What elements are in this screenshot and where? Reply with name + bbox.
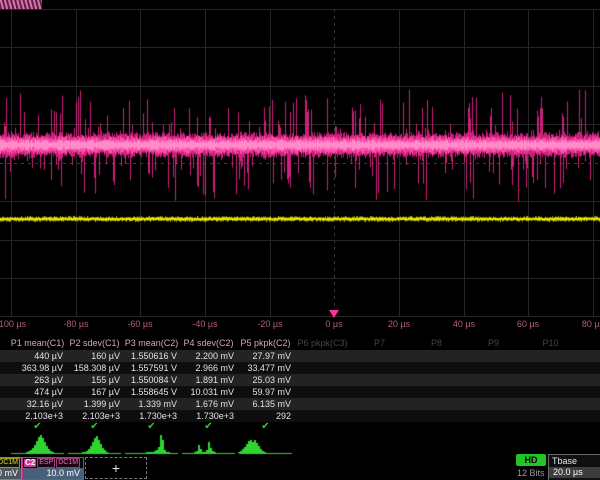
axis-tick-label: -40 µs — [192, 319, 217, 329]
channel-c2-descriptor[interactable]: C2 ESP DC1M 10.0 mV — [22, 457, 84, 480]
waveform-display[interactable] — [0, 0, 600, 480]
axis-tick-label: 80 µs — [582, 319, 600, 329]
hd-bits-label: 12 Bits — [517, 468, 545, 478]
c1-volts-per-div: 10.0 mV — [0, 468, 21, 479]
trigger-time-marker[interactable] — [329, 310, 339, 318]
channel-c1-descriptor[interactable]: DC1M 10.0 mV — [0, 457, 22, 480]
timebase-value: 20.0 µs — [549, 467, 600, 478]
axis-tick-label: -60 µs — [127, 319, 152, 329]
axis-tick-label: 60 µs — [517, 319, 539, 329]
timebase-descriptor[interactable]: Tbase 20.0 µs — [548, 454, 600, 480]
axis-tick-label: -80 µs — [63, 319, 88, 329]
timebase-label: Tbase — [549, 455, 600, 467]
add-trace-button[interactable]: + — [85, 457, 147, 479]
c2-coupling-badge: DC1M — [56, 458, 80, 468]
axis-tick-label: -20 µs — [257, 319, 282, 329]
axis-tick-label: -100 µs — [0, 319, 26, 329]
c2-label: C2 — [24, 459, 36, 467]
axis-tick-label: 20 µs — [388, 319, 410, 329]
trace-annotation-badge — [0, 0, 42, 9]
oscilloscope-screen: -100 µs -80 µs -60 µs -40 µs -20 µs 0 µs 20 µs… — [0, 0, 600, 480]
c2-esp-badge: ESP — [37, 458, 55, 468]
c2-volts-per-div: 10.0 mV — [23, 468, 83, 479]
axis-tick-label: 0 µs — [325, 319, 342, 329]
c1-coupling-badge: DC1M — [0, 458, 20, 468]
axis-tick-label: 40 µs — [453, 319, 475, 329]
hd-mode-badge[interactable]: HD — [516, 454, 546, 466]
